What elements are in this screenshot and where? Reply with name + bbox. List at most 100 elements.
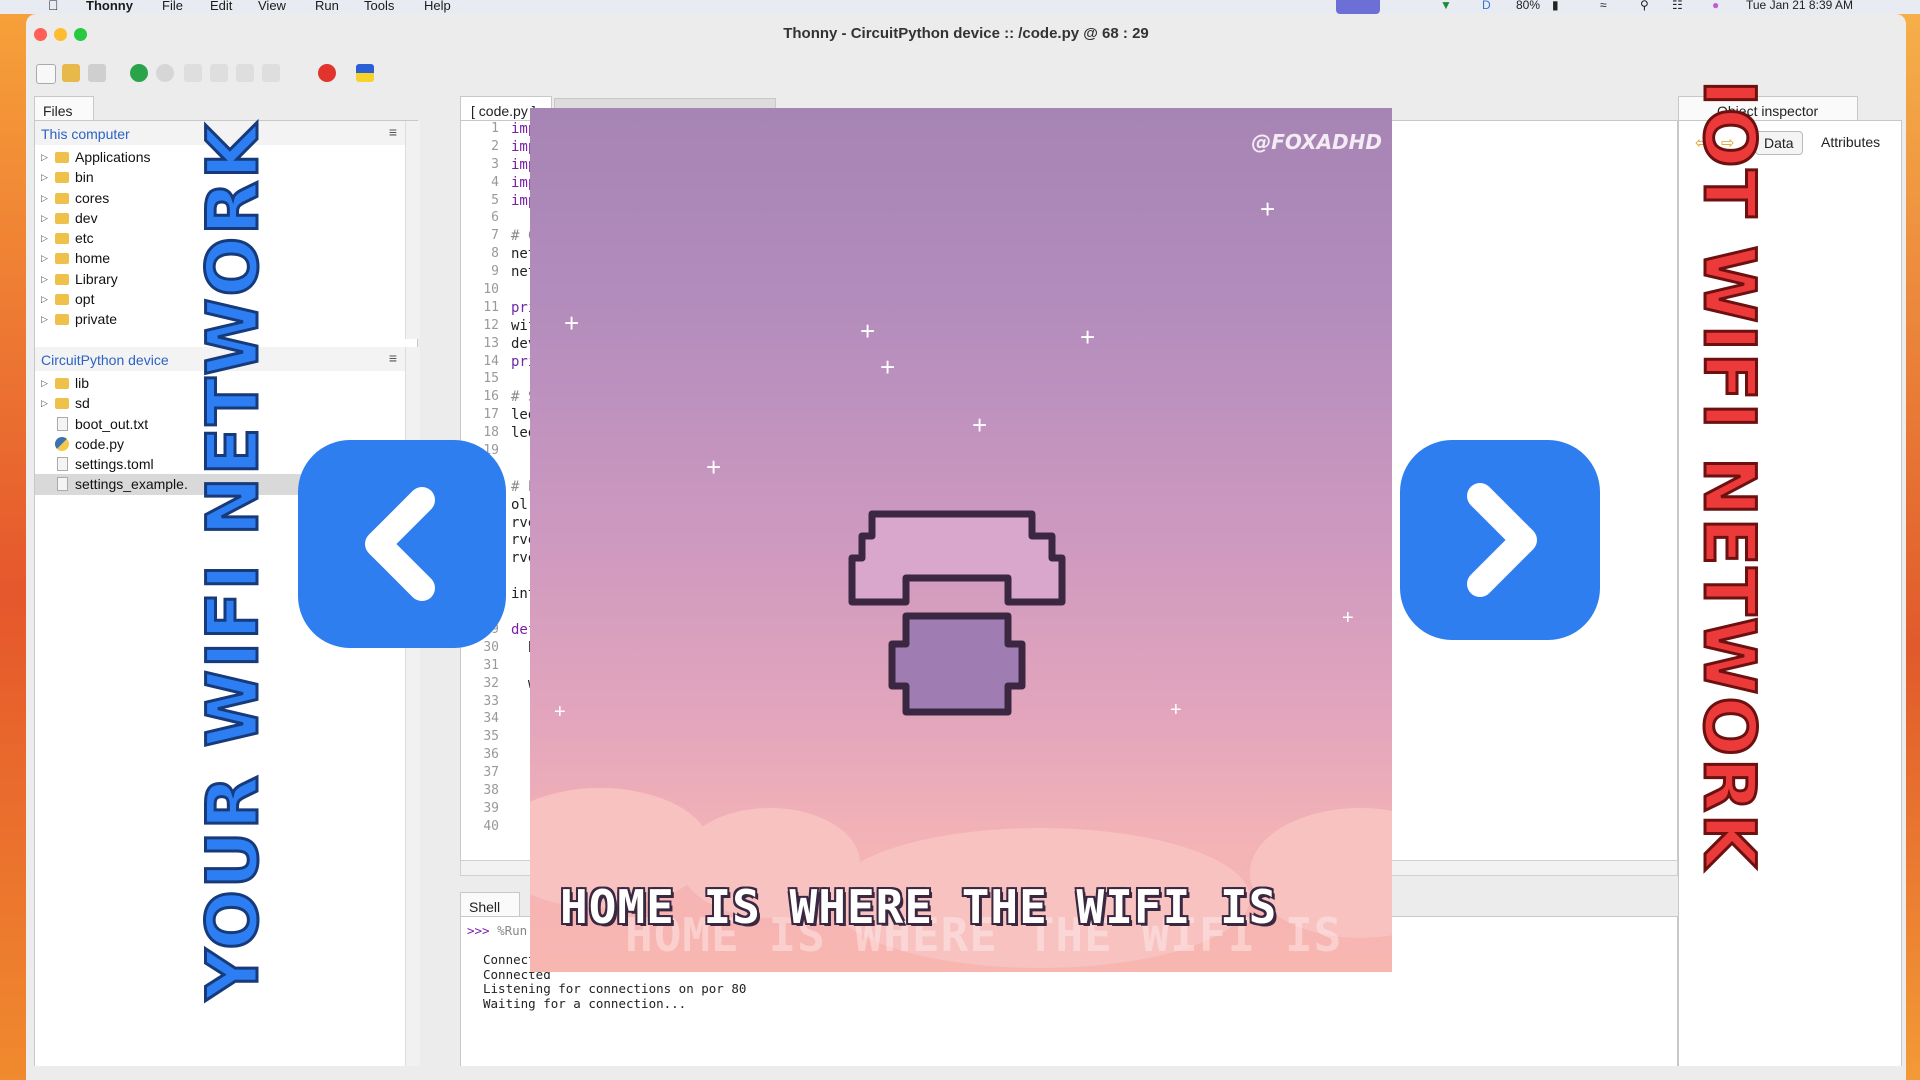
apple-icon[interactable]:  xyxy=(48,0,59,13)
sparkle-icon: + xyxy=(1260,194,1276,224)
line-number: 15 xyxy=(483,371,499,387)
menu-app-name[interactable]: Thonny xyxy=(86,0,133,13)
menu-view[interactable]: View xyxy=(258,0,286,13)
line-number: 39 xyxy=(483,800,499,816)
tree-item-label: etc xyxy=(75,230,94,247)
wifi-icon[interactable]: ≈ xyxy=(1600,0,1607,12)
overlay-artwork: @FOXADHD + + + + + + + + + + HOME IS WHE… xyxy=(530,108,1392,972)
phone-icon xyxy=(848,510,1066,716)
search-icon[interactable]: ⚲ xyxy=(1640,0,1649,12)
shell-output-line: Waiting for a connection... xyxy=(483,995,687,1011)
folder-icon xyxy=(55,273,69,285)
expand-arrow-icon[interactable]: ▷ xyxy=(41,188,48,208)
menu-run[interactable]: Run xyxy=(315,0,339,13)
this-computer-scrollbar[interactable] xyxy=(405,121,420,339)
line-number: 14 xyxy=(483,353,499,369)
stop-icon[interactable] xyxy=(318,64,336,82)
next-arrow-button[interactable] xyxy=(1400,440,1600,640)
expand-arrow-icon[interactable]: ▷ xyxy=(41,248,48,268)
folder-icon xyxy=(55,398,69,410)
menu-tools[interactable]: Tools xyxy=(364,0,394,13)
tree-item-label: opt xyxy=(75,291,95,308)
previous-arrow-button[interactable] xyxy=(298,440,506,648)
expand-arrow-icon[interactable]: ▷ xyxy=(41,228,48,248)
control-center-icon[interactable]: ☷ xyxy=(1672,0,1683,12)
shell-output-line: Listening for connections on por 80 xyxy=(483,981,747,996)
sparkle-icon: + xyxy=(1170,699,1182,721)
tree-item-label: Applications xyxy=(75,149,151,165)
shield-icon[interactable]: ▼ xyxy=(1440,0,1452,12)
file-icon xyxy=(57,457,68,472)
expand-arrow-icon[interactable]: ▷ xyxy=(41,289,48,309)
line-number: 37 xyxy=(483,765,499,781)
tree-item-label: private xyxy=(75,311,118,328)
menu-edit[interactable]: Edit xyxy=(210,0,232,13)
tree-item-label: sd xyxy=(75,395,90,412)
line-number: 5 xyxy=(491,192,499,208)
file-icon xyxy=(57,416,68,431)
line-number: 4 xyxy=(491,174,499,190)
expand-arrow-icon[interactable]: ▷ xyxy=(41,269,48,289)
device-label: CircuitPython device xyxy=(41,352,169,368)
line-number: 34 xyxy=(483,711,499,727)
hamburger-menu-icon[interactable]: ≡ xyxy=(389,350,397,366)
bluetooth-icon[interactable]: D xyxy=(1482,0,1491,12)
resume-icon[interactable] xyxy=(262,64,280,82)
new-file-icon[interactable] xyxy=(36,64,56,84)
line-number: 10 xyxy=(483,282,499,298)
step-into-icon[interactable] xyxy=(210,64,228,82)
tab-shell[interactable]: Shell xyxy=(460,892,520,916)
siri-icon[interactable]: ● xyxy=(1712,0,1719,12)
menu-file[interactable]: File xyxy=(162,0,183,13)
folder-icon xyxy=(55,212,69,224)
step-out-icon[interactable] xyxy=(236,64,254,82)
this-computer-label: This computer xyxy=(41,126,130,142)
python-file-icon xyxy=(55,436,69,451)
line-number: 40 xyxy=(483,818,499,834)
save-file-icon[interactable] xyxy=(88,64,106,82)
sparkle-icon: + xyxy=(1080,322,1096,352)
debug-icon[interactable] xyxy=(156,64,174,82)
battery-icon[interactable]: ▮ xyxy=(1552,0,1559,12)
expand-arrow-icon[interactable]: ▷ xyxy=(41,309,48,329)
open-file-icon[interactable] xyxy=(62,64,80,82)
status-bar xyxy=(26,1066,1906,1080)
sparkle-icon: + xyxy=(860,316,876,346)
folder-icon xyxy=(55,152,69,163)
expand-arrow-icon[interactable]: ▷ xyxy=(41,393,48,413)
attributes-button[interactable]: Attributes xyxy=(1813,131,1888,153)
tree-item-label: dev xyxy=(75,209,98,226)
line-number: 17 xyxy=(483,407,499,423)
folder-icon xyxy=(55,378,69,389)
sparkle-icon: + xyxy=(880,352,896,382)
hamburger-menu-icon[interactable]: ≡ xyxy=(389,124,397,140)
clock[interactable]: Tue Jan 21 8:39 AM xyxy=(1746,0,1853,12)
tree-item-label: code.py xyxy=(75,435,125,452)
ukraine-flag-icon[interactable] xyxy=(356,64,374,82)
tree-item-label: bin xyxy=(75,169,94,186)
line-number: 7 xyxy=(491,228,499,244)
screen-share-icon[interactable] xyxy=(1336,0,1380,14)
folder-icon xyxy=(55,172,69,184)
run-icon[interactable] xyxy=(130,64,148,82)
tree-item-label: home xyxy=(75,250,111,267)
caption-text: HOME IS WHERE THE WIFI IS xyxy=(560,880,1278,934)
sparkle-icon: + xyxy=(972,410,988,440)
expand-arrow-icon[interactable]: ▷ xyxy=(41,208,48,228)
line-number: 13 xyxy=(483,335,499,351)
step-over-icon[interactable] xyxy=(184,64,202,82)
line-number: 16 xyxy=(483,389,499,405)
tree-item-label: settings_example. xyxy=(75,476,188,493)
line-number: 35 xyxy=(483,729,499,745)
tree-item-label: settings.toml xyxy=(75,456,154,473)
expand-arrow-icon[interactable]: ▷ xyxy=(41,373,48,393)
line-number: 1 xyxy=(491,121,499,136)
previous-arrow-icon xyxy=(365,487,435,601)
folder-icon xyxy=(55,253,69,265)
expand-arrow-icon[interactable]: ▷ xyxy=(41,147,48,167)
menu-help[interactable]: Help xyxy=(424,0,451,13)
expand-arrow-icon[interactable]: ▷ xyxy=(41,167,48,187)
line-number: 9 xyxy=(491,264,499,280)
tab-files[interactable]: Files xyxy=(34,96,94,120)
folder-icon xyxy=(55,314,69,326)
